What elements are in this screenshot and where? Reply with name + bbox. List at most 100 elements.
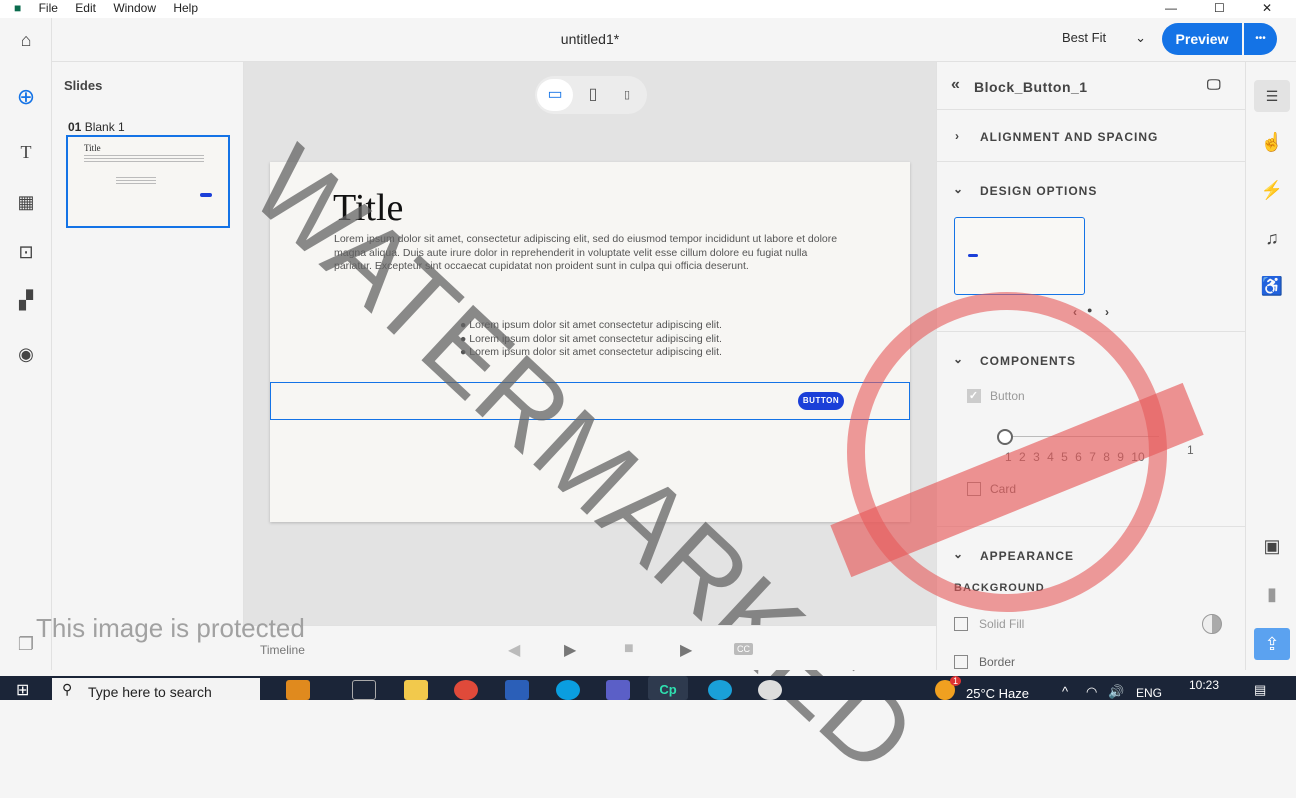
- slider-ticks: 1 2 3 4 5 6 7 8 9 10: [1005, 450, 1145, 464]
- slider-value[interactable]: 1: [1187, 443, 1195, 457]
- share-icon[interactable]: ⇪: [1254, 628, 1290, 660]
- border-label: Border: [979, 655, 1016, 669]
- taskbar-search[interactable]: ⚲ Type here to search: [52, 678, 260, 700]
- volume-icon[interactable]: 🔊: [1108, 684, 1124, 700]
- zoom-dropdown[interactable]: Best Fit ⌄: [1062, 30, 1146, 46]
- slide-body-text[interactable]: Lorem ipsum dolor sit amet, consectetur …: [334, 233, 839, 274]
- weather-text[interactable]: 25°C Haze: [966, 686, 1029, 701]
- chevron-down-icon[interactable]: ⌄: [953, 547, 964, 561]
- audio-icon[interactable]: ♫: [1246, 228, 1296, 249]
- section-design-options: ⌄ DESIGN OPTIONS ‹ ● ›: [937, 162, 1246, 332]
- border-checkbox[interactable]: [954, 655, 968, 669]
- menu-help[interactable]: Help: [173, 1, 198, 15]
- minimize-button[interactable]: —: [1165, 0, 1177, 16]
- previous-icon[interactable]: ◀: [508, 640, 520, 660]
- slide-stage[interactable]: Title Lorem ipsum dolor sit amet, consec…: [270, 162, 910, 522]
- left-toolbar: ⌂ ⊕ T ▦ ⊡ ▞ ◉ ❐: [0, 18, 52, 670]
- network-icon[interactable]: ◠: [1086, 684, 1097, 700]
- clock[interactable]: 10:23: [1189, 678, 1219, 692]
- accessibility-icon[interactable]: ♿: [1246, 276, 1296, 297]
- slide-title[interactable]: Title: [333, 186, 403, 230]
- zoom-value: Best Fit: [1062, 30, 1107, 45]
- play-icon[interactable]: ▶: [680, 640, 692, 660]
- menu-file[interactable]: File: [39, 1, 58, 15]
- chevron-down-icon[interactable]: ⌄: [953, 182, 964, 196]
- design-option-card[interactable]: [954, 217, 1085, 295]
- section-label: DESIGN OPTIONS: [980, 184, 1098, 198]
- bullet-item: ● Lorem ipsum dolor sit amet consectetur…: [460, 332, 722, 345]
- slides-panel: Slides 01 Blank 1 Title: [52, 62, 244, 625]
- close-button[interactable]: ✕: [1262, 0, 1272, 16]
- bullet-item: ● Lorem ipsum dolor sit amet consectetur…: [460, 319, 722, 331]
- stop-icon[interactable]: ■: [624, 640, 634, 658]
- device-toggle: ▭ ▯ ▯: [535, 76, 647, 114]
- assets-icon[interactable]: ▞: [0, 290, 52, 311]
- carousel-prev-icon[interactable]: ‹: [1073, 305, 1078, 319]
- slider-handle[interactable]: [997, 429, 1013, 445]
- fill-checkbox[interactable]: [954, 617, 968, 631]
- file-icon[interactable]: ▮: [1246, 584, 1296, 605]
- fill-type-dropdown[interactable]: Solid Fill: [979, 617, 1024, 631]
- card-checkbox[interactable]: [967, 482, 981, 496]
- step-forward-icon[interactable]: ▶: [564, 640, 576, 660]
- windows-start-icon[interactable]: ⊞: [16, 680, 29, 700]
- properties-panel: « Block_Button_1 🖵 › ALIGNMENT AND SPACI…: [830, 62, 1246, 670]
- document-title: untitled1*: [560, 31, 620, 47]
- interaction-icon[interactable]: ☝: [1246, 132, 1296, 153]
- slide-name: Blank 1: [84, 120, 125, 134]
- menu-bar: ■ File Edit Window Help — ☐ ✕: [0, 0, 1296, 18]
- chrome-icon[interactable]: [454, 680, 478, 700]
- slide-bullet-list[interactable]: ● Lorem ipsum dolor sit amet consectetur…: [460, 319, 722, 360]
- block-button-selection[interactable]: BUTTON: [270, 382, 910, 420]
- section-alignment[interactable]: › ALIGNMENT AND SPACING: [937, 110, 1246, 162]
- taskbar-app-briefcase[interactable]: [286, 680, 310, 700]
- more-button[interactable]: •••: [1244, 23, 1277, 55]
- edge-icon[interactable]: [708, 680, 732, 700]
- bullet-item: ● Lorem ipsum dolor sit amet consectetur…: [460, 346, 722, 358]
- carousel-next-icon[interactable]: ›: [1105, 305, 1110, 319]
- panel-header: « Block_Button_1 🖵: [937, 62, 1246, 110]
- section-components: ⌄ COMPONENTS ✓ Button 1 2 3 4 5 6 7 8 9 …: [937, 332, 1246, 527]
- captivate-icon[interactable]: Cp: [648, 676, 688, 700]
- media-icon[interactable]: ▦: [0, 192, 52, 213]
- notifications-icon[interactable]: ▤: [1254, 682, 1266, 698]
- desktop-icon[interactable]: ▭: [537, 79, 573, 111]
- collapse-icon[interactable]: «: [951, 76, 961, 94]
- skype-icon[interactable]: [556, 680, 580, 700]
- carousel-dot[interactable]: ●: [1087, 305, 1093, 315]
- button-checkbox[interactable]: ✓: [967, 389, 981, 403]
- slide-thumbnail[interactable]: Title: [66, 135, 230, 228]
- slider-track[interactable]: [999, 436, 1159, 437]
- slide-button[interactable]: BUTTON: [798, 392, 844, 410]
- home-icon[interactable]: ⌂: [0, 30, 52, 51]
- mobile-icon[interactable]: ▯: [613, 79, 641, 111]
- properties-icon[interactable]: ☰: [1254, 80, 1290, 112]
- text-icon[interactable]: T: [0, 142, 52, 163]
- file-explorer-icon[interactable]: [404, 680, 428, 700]
- timeline-label[interactable]: Timeline: [260, 643, 305, 657]
- menu-edit[interactable]: Edit: [75, 1, 96, 15]
- color-swatch[interactable]: [1202, 614, 1222, 634]
- interactions-icon[interactable]: ⊡: [0, 242, 52, 263]
- language-indicator[interactable]: ENG: [1136, 686, 1162, 700]
- menu-window[interactable]: Window: [113, 1, 156, 15]
- slide-label: 01 Blank 1: [68, 120, 125, 134]
- section-label: APPEARANCE: [980, 549, 1075, 563]
- layout-icon[interactable]: ▣: [1246, 536, 1296, 557]
- cc-icon[interactable]: CC: [734, 643, 753, 655]
- task-view-icon[interactable]: [352, 680, 376, 700]
- chevron-down-icon[interactable]: ⌄: [953, 352, 964, 366]
- app-icon-satellite[interactable]: [758, 680, 782, 700]
- chevron-right-icon: ›: [955, 129, 960, 143]
- tablet-icon[interactable]: ▯: [579, 79, 607, 111]
- preview-screen-icon[interactable]: 🖵: [1207, 76, 1222, 93]
- add-icon[interactable]: ⊕: [0, 84, 52, 110]
- search-icon: ⚲: [62, 681, 73, 697]
- tray-chevron-icon[interactable]: ^: [1062, 684, 1068, 699]
- teams-icon[interactable]: [606, 680, 630, 700]
- record-icon[interactable]: ◉: [0, 344, 52, 365]
- maximize-button[interactable]: ☐: [1214, 0, 1225, 16]
- preview-button[interactable]: Preview: [1162, 23, 1242, 55]
- word-icon[interactable]: [505, 680, 529, 700]
- animation-icon[interactable]: ⚡: [1246, 180, 1296, 201]
